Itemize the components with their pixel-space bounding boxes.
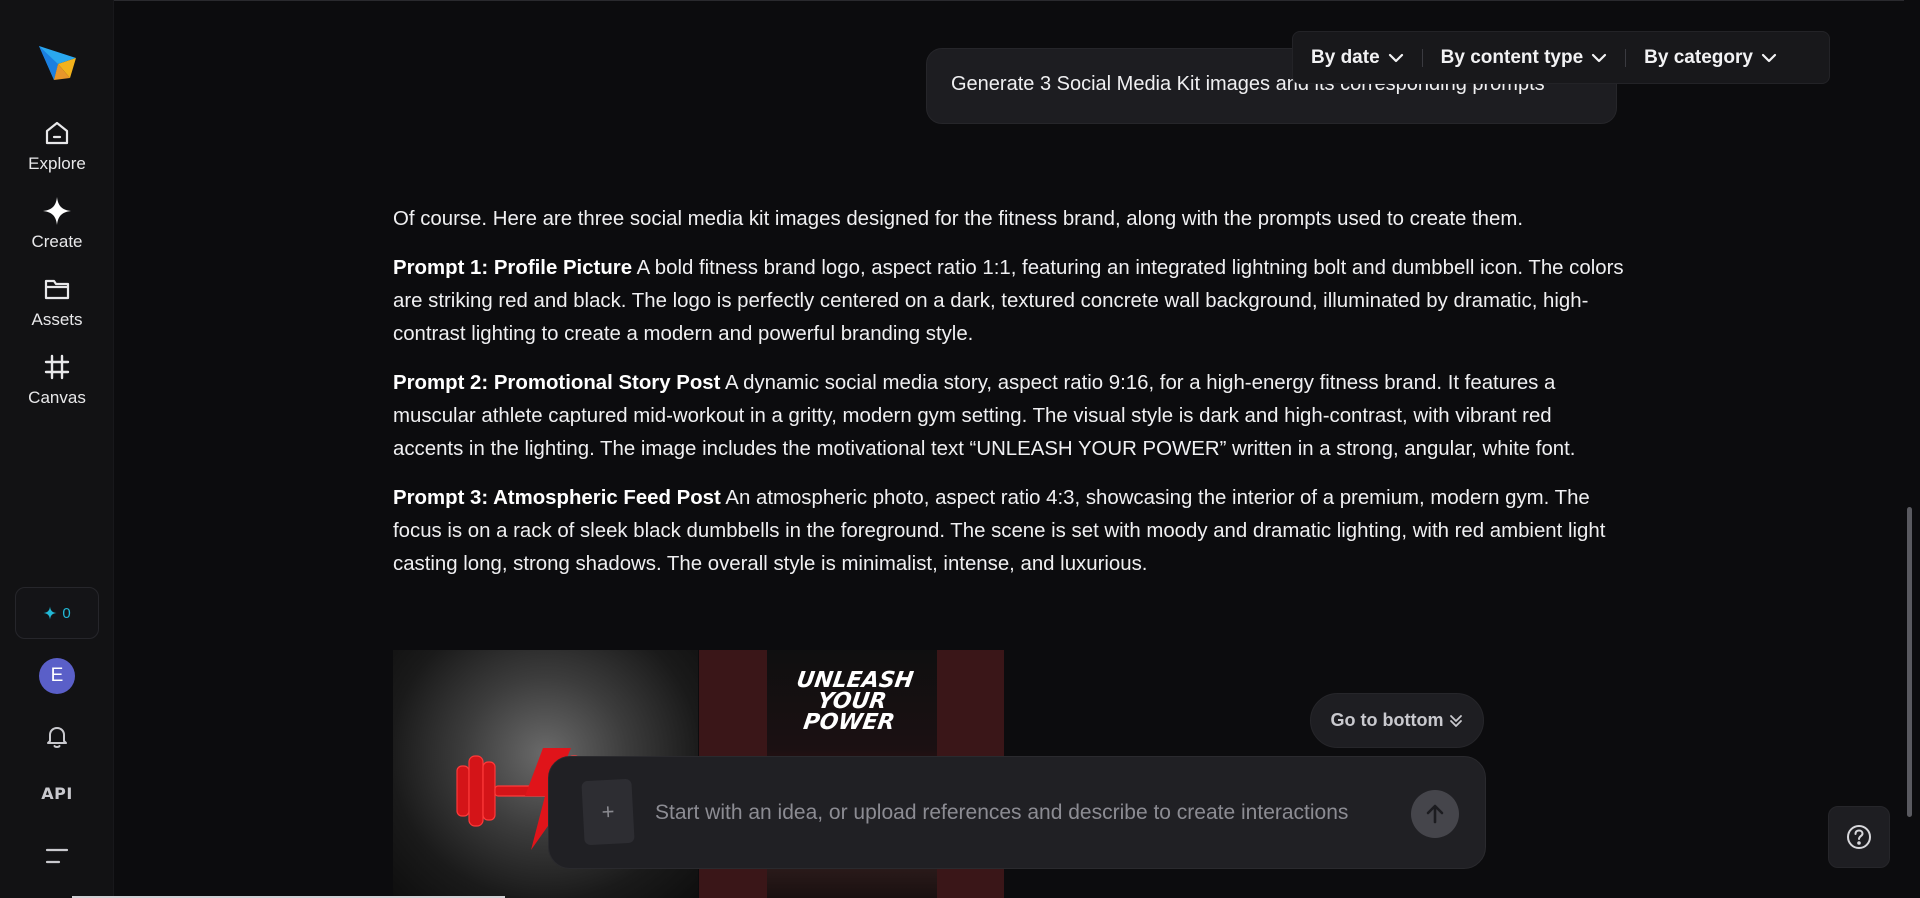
- chevron-down-icon: [1592, 53, 1607, 62]
- sidebar-item-assets[interactable]: Assets: [0, 274, 114, 330]
- story-headline: UNLEASH YOUR POWER: [763, 668, 942, 735]
- story-headline-line: YOUR: [815, 689, 889, 714]
- story-headline-line: POWER: [801, 710, 897, 735]
- sidebar-item-create[interactable]: Create: [0, 196, 114, 252]
- prompt-title: Prompt 3: Atmospheric Feed Post: [393, 487, 721, 509]
- prompt-title: Prompt 2: Promotional Story Post: [393, 372, 721, 394]
- sidebar-item-canvas[interactable]: Canvas: [0, 352, 114, 408]
- canvas-grid-icon: [42, 352, 72, 382]
- plus-icon: +: [600, 798, 616, 825]
- scrollbar-thumb[interactable]: [1907, 507, 1912, 817]
- chevron-down-icon: [1388, 53, 1403, 62]
- bell-icon[interactable]: [43, 722, 71, 750]
- menu-icon[interactable]: [44, 846, 70, 866]
- api-link[interactable]: API: [30, 784, 84, 803]
- filter-by-content-type[interactable]: By content type: [1423, 32, 1626, 83]
- prompt-block: Prompt 2: Promotional Story Post A dynam…: [393, 367, 1625, 466]
- upload-reference-button[interactable]: +: [581, 778, 635, 846]
- home-icon: [42, 118, 72, 148]
- prompt-block: Prompt 3: Atmospheric Feed Post An atmos…: [393, 482, 1625, 581]
- help-button[interactable]: [1828, 806, 1890, 868]
- response-intro: Of course. Here are three social media k…: [393, 208, 1523, 230]
- prompt-input[interactable]: [655, 793, 1375, 833]
- sidebar-item-label: Explore: [28, 154, 86, 173]
- app-logo-icon[interactable]: [36, 40, 80, 84]
- credits-badge[interactable]: 0: [15, 587, 99, 639]
- prompt-block: Prompt 1: Profile Picture A bold fitness…: [393, 252, 1625, 351]
- window-top-border: [0, 0, 1920, 1]
- sparkle-icon: [42, 196, 72, 226]
- go-to-bottom-label: Go to bottom: [1330, 710, 1444, 730]
- story-headline-line: UNLEASH: [794, 668, 916, 693]
- filter-by-date[interactable]: By date: [1293, 32, 1422, 83]
- prompt-composer: +: [548, 756, 1486, 869]
- chevron-down-icon: [1761, 53, 1777, 62]
- sidebar-item-label: Create: [31, 232, 83, 251]
- sidebar-item-explore[interactable]: Explore: [0, 118, 114, 174]
- double-chevron-down-icon: [1450, 714, 1463, 727]
- filter-by-category[interactable]: By category: [1626, 32, 1795, 83]
- filter-label: By category: [1644, 46, 1753, 68]
- sidebar-item-label: Assets: [31, 310, 83, 329]
- help-icon: [1847, 825, 1871, 849]
- assistant-message: Of course. Here are three social media k…: [393, 203, 1625, 597]
- arrow-up-icon: [1426, 804, 1444, 824]
- filter-bar: By date By content type By category: [1292, 31, 1830, 84]
- athlete-photo-strip: [767, 868, 937, 898]
- go-to-bottom-button[interactable]: Go to bottom: [1310, 693, 1484, 748]
- filter-label: By content type: [1440, 46, 1584, 68]
- sidebar: Explore Create Assets Canvas 0 E API: [0, 0, 114, 898]
- sidebar-item-label: Canvas: [28, 388, 86, 407]
- filter-label: By date: [1311, 46, 1380, 68]
- credits-count: 0: [62, 604, 71, 622]
- sparkle-icon: [43, 606, 57, 620]
- avatar[interactable]: E: [39, 658, 75, 694]
- prompt-title: Prompt 1: Profile Picture: [393, 257, 633, 279]
- folder-icon: [42, 274, 72, 304]
- send-button[interactable]: [1411, 790, 1459, 838]
